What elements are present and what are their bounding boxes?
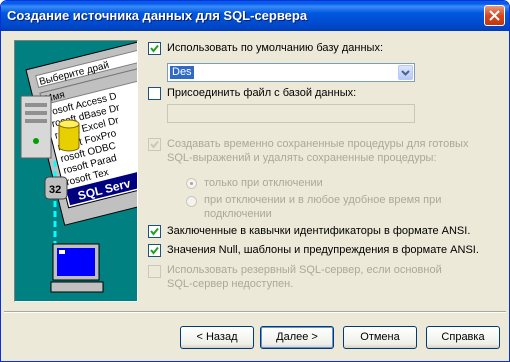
temp-procedures-label-line1: Создавать временно сохраненные процедуры… [167,138,469,150]
checkmark-icon [150,246,159,255]
checkmark-icon [150,227,159,236]
dialog-body: Выберите драй Имя rosoft Access D rosoft… [4,31,506,359]
ansi-nulls-label: Значения Null, шаблоны и предупреждения … [167,244,479,256]
radio-disconnect-and-anytime-label-line2: подключении [204,208,272,220]
database-combobox-value: Des [170,66,194,79]
title-bar[interactable]: Создание источника данных для SQL-сервер… [1,1,509,31]
wizard-illustration: Выберите драй Имя rosoft Access D rosoft… [14,40,138,302]
close-icon [489,10,500,21]
next-button[interactable]: Далее > [260,326,334,349]
database-combobox[interactable]: Des [167,63,415,82]
checkmark-icon [150,44,159,53]
attach-file-path-field[interactable] [167,104,415,123]
database-dropdown-button[interactable] [398,65,413,80]
wizard-illustration-graphic: Выберите драй Имя rosoft Access D rosoft… [20,41,137,293]
button-separator [4,311,506,313]
default-db-checkbox[interactable] [148,42,161,55]
checkmark-icon [150,140,159,149]
back-button[interactable]: < Назад [180,326,254,349]
failover-server-label-line2: SQL-сервер недоступен. [167,278,294,290]
cancel-button[interactable]: Отмена [343,326,417,349]
radio-disconnect-and-anytime[interactable] [186,196,197,207]
radio-only-on-disconnect[interactable] [186,178,197,189]
chevron-down-icon [401,70,410,76]
ansi-nulls-checkbox[interactable] [148,244,161,257]
temp-procedures-checkbox[interactable] [148,138,161,151]
quoted-identifiers-checkbox[interactable] [148,225,161,238]
attach-file-checkbox[interactable] [148,87,161,100]
close-button[interactable] [484,5,505,26]
quoted-identifiers-label: Заключенные в кавычки идентификаторы в ф… [167,225,471,237]
attach-file-label: Присоединить файл с базой данных: [167,87,357,99]
radio-only-on-disconnect-label: только при отключении [204,177,323,189]
radio-disconnect-and-anytime-label-line1: при отключении и в любое удобное время п… [204,194,442,206]
dialog-window: Создание источника данных для SQL-сервер… [0,0,510,362]
window-title: Создание источника данных для SQL-сервер… [7,8,308,23]
temp-procedures-label-line2: SQL-выражений и удалять сохраненные проц… [167,152,437,164]
failover-server-label-line1: Использовать резервный SQL-сервер, если … [167,264,442,276]
illus-badge: 32 [49,184,61,196]
help-button[interactable]: Справка [426,326,500,349]
radio-selected-dot [190,182,193,185]
failover-server-checkbox[interactable] [148,265,161,278]
default-db-label: Использовать по умолчанию базу данных: [167,42,384,54]
